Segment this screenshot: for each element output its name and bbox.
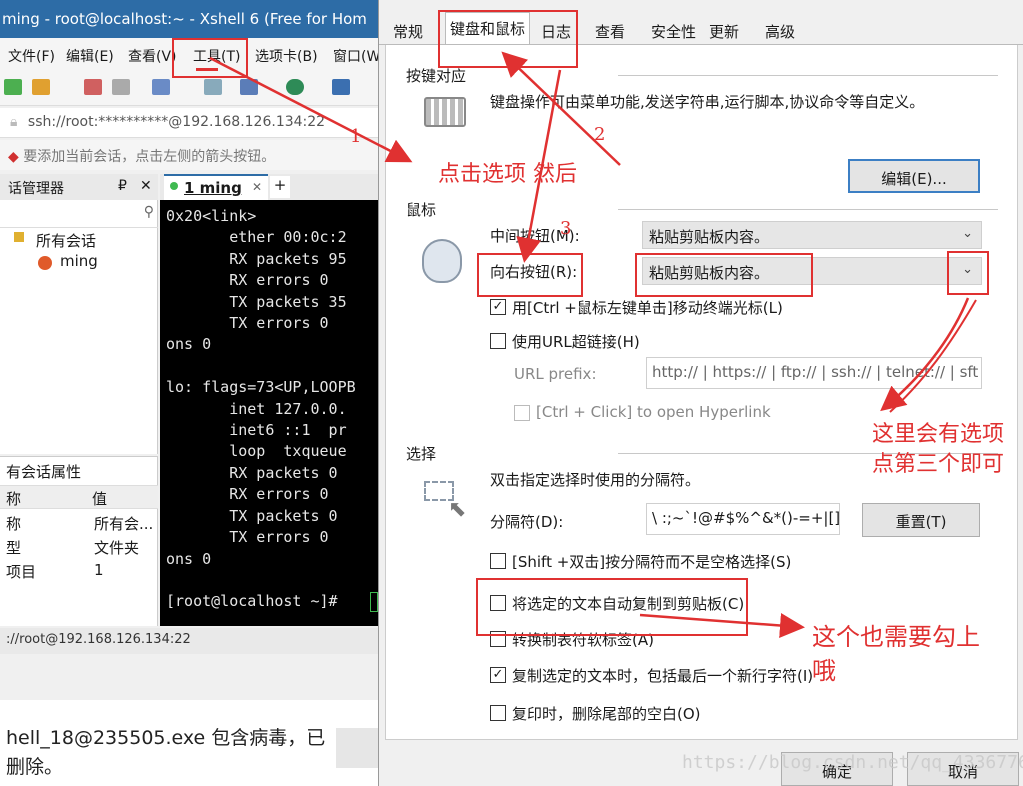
arrow-dropdown-stroke — [889, 299, 977, 413]
annotation-num-2: 2 — [594, 124, 606, 145]
annotation-num-1: 1 — [350, 126, 362, 147]
watermark: https://blog.csdn.net/qq_43367761 — [682, 752, 1023, 773]
options-note-line-1: 这里会有选项 — [872, 422, 1005, 447]
annotation-options-note: 这里会有选项 点第三个即可 — [872, 420, 1004, 480]
annotation-num-3: 3 — [560, 218, 572, 239]
arrow-2 — [501, 51, 621, 166]
annotation-step-text: 点击选项 然后 — [438, 162, 577, 187]
options-note-line-2: 点第三个即可 — [872, 452, 1005, 477]
arrow-auto-copy — [639, 613, 805, 638]
check-note-line-2: 哦 — [812, 657, 836, 685]
arrow-dropdown — [880, 297, 970, 412]
check-note-line-1: 这个也需要勾上 — [812, 623, 980, 651]
annotation-check-note: 这个也需要勾上 哦 — [812, 620, 980, 688]
arrow-1 — [209, 56, 413, 163]
